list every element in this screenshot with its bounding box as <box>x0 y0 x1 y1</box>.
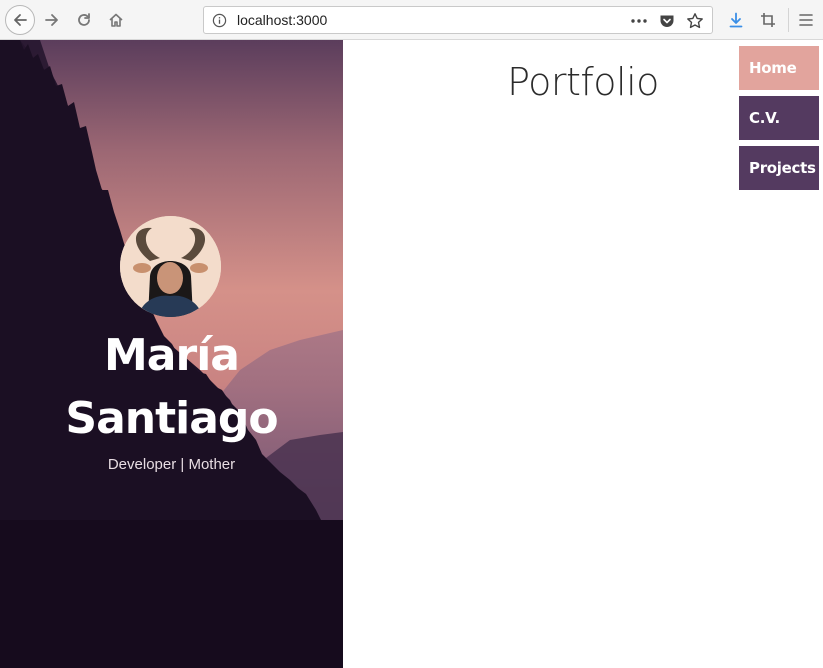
hero-panel: María Santiago Developer | Mother <box>0 40 343 668</box>
screenshot-button[interactable] <box>754 6 782 34</box>
back-icon <box>14 14 27 26</box>
url-bar[interactable]: localhost:3000 <box>203 6 713 34</box>
menu-button[interactable] <box>792 6 820 34</box>
browser-toolbar: localhost:3000 <box>0 0 823 40</box>
more-icon[interactable] <box>628 10 650 32</box>
home-button[interactable] <box>102 6 130 34</box>
toolbar-separator <box>788 8 789 32</box>
hero-name-last: Santiago <box>65 393 278 444</box>
downloads-button[interactable] <box>722 6 750 34</box>
hero-name-first: María <box>104 330 240 381</box>
nav-item-projects[interactable]: Projects <box>739 146 819 190</box>
menu-icon <box>799 14 813 26</box>
profile-avatar <box>120 216 221 317</box>
reload-button[interactable] <box>70 6 98 34</box>
forward-button[interactable] <box>38 6 66 34</box>
info-icon[interactable] <box>212 13 227 32</box>
side-nav: Home C.V. Projects <box>739 46 819 196</box>
home-icon <box>109 13 123 27</box>
reload-icon <box>78 13 90 26</box>
nav-item-cv[interactable]: C.V. <box>739 96 819 140</box>
download-icon <box>729 12 743 28</box>
hero-tagline: Developer | Mother <box>107 456 236 473</box>
url-text[interactable]: localhost:3000 <box>237 12 327 28</box>
bookmark-star-icon[interactable] <box>684 10 706 32</box>
screenshot-icon <box>761 13 775 27</box>
back-button[interactable] <box>5 5 35 35</box>
forward-icon <box>45 14 58 26</box>
pocket-icon[interactable] <box>656 10 678 32</box>
nav-item-home[interactable]: Home <box>739 46 819 90</box>
